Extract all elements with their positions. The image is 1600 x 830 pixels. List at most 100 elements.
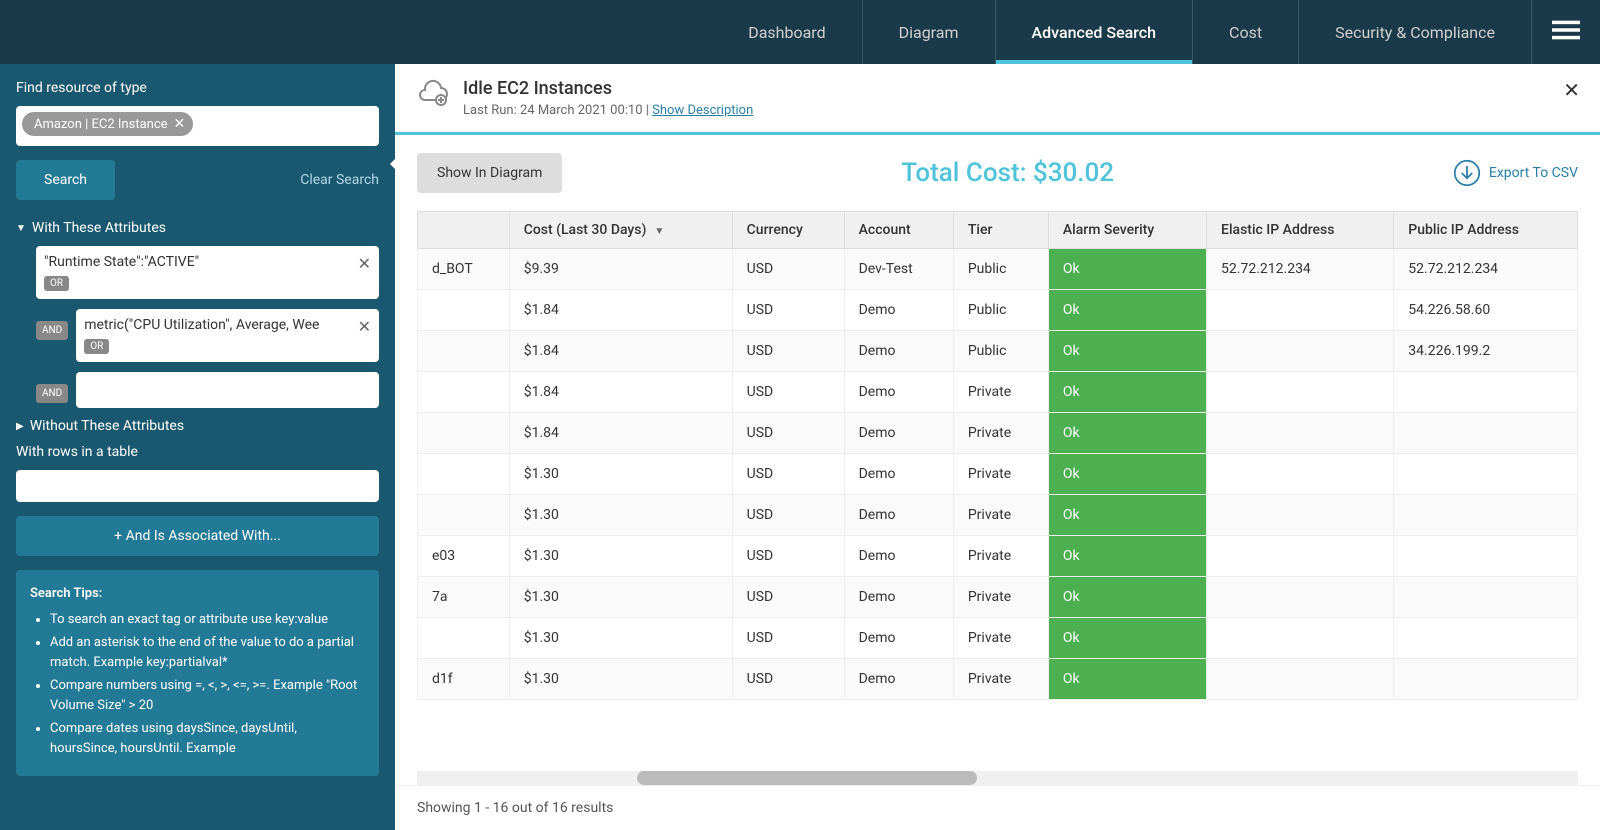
and-badge[interactable]: AND: [36, 384, 68, 403]
scrollbar-thumb[interactable]: [637, 771, 977, 785]
horizontal-scrollbar[interactable]: [417, 771, 1578, 785]
cell-currency: USD: [732, 454, 844, 495]
cell-public-ip: [1394, 454, 1578, 495]
associated-with-button[interactable]: + And Is Associated With...: [16, 516, 379, 556]
cell-alarm: Ok: [1048, 659, 1206, 700]
nav-diagram[interactable]: Diagram: [863, 0, 996, 64]
cell-account: Demo: [844, 372, 953, 413]
hamburger-menu-icon[interactable]: [1552, 16, 1580, 48]
nav-security-compliance[interactable]: Security & Compliance: [1299, 0, 1532, 64]
col-name-fragment[interactable]: [418, 212, 510, 249]
cell-tier: Private: [953, 618, 1048, 659]
table-row[interactable]: $1.84 USD Demo Private Ok: [418, 413, 1578, 454]
cell-elastic-ip: [1207, 495, 1394, 536]
remove-chip-icon[interactable]: ✕: [174, 116, 186, 132]
sort-icon[interactable]: ▼: [654, 226, 664, 237]
close-icon[interactable]: ✕: [1563, 78, 1580, 102]
search-sidebar: Find resource of type Amazon | EC2 Insta…: [0, 64, 395, 830]
table-row[interactable]: 7a $1.30 USD Demo Private Ok: [418, 577, 1578, 618]
results-table: Cost (Last 30 Days)▼ Currency Account Ti…: [417, 211, 1578, 700]
expand-down-icon: ▼: [16, 223, 26, 234]
attribute-filter-2[interactable]: metric("CPU Utilization", Average, Wee ✕…: [76, 309, 379, 362]
nav-cost[interactable]: Cost: [1193, 0, 1299, 64]
cell-tier: Public: [953, 290, 1048, 331]
rows-table-label: With rows in a table: [16, 444, 379, 460]
cell-name: e03: [418, 536, 510, 577]
download-icon: [1453, 159, 1481, 187]
table-row[interactable]: $1.30 USD Demo Private Ok: [418, 454, 1578, 495]
col-public-ip[interactable]: Public IP Address: [1394, 212, 1578, 249]
chip-label: Amazon | EC2 Instance: [34, 117, 168, 132]
cell-public-ip: [1394, 495, 1578, 536]
col-currency[interactable]: Currency: [732, 212, 844, 249]
col-cost[interactable]: Cost (Last 30 Days)▼: [509, 212, 732, 249]
table-row[interactable]: $1.30 USD Demo Private Ok: [418, 495, 1578, 536]
col-elastic-ip[interactable]: Elastic IP Address: [1207, 212, 1394, 249]
table-row[interactable]: $1.84 USD Demo Public Ok 54.226.58.60: [418, 290, 1578, 331]
cell-name: [418, 290, 510, 331]
show-in-diagram-button[interactable]: Show In Diagram: [417, 153, 562, 193]
cell-account: Demo: [844, 290, 953, 331]
cell-elastic-ip: [1207, 290, 1394, 331]
cell-account: Demo: [844, 495, 953, 536]
and-badge[interactable]: AND: [36, 321, 68, 340]
or-badge[interactable]: OR: [44, 276, 69, 291]
cell-name: [418, 618, 510, 659]
cell-public-ip: [1394, 618, 1578, 659]
cell-public-ip: [1394, 536, 1578, 577]
cell-cost: $1.84: [509, 372, 732, 413]
cell-account: Demo: [844, 536, 953, 577]
cell-cost: $1.30: [509, 536, 732, 577]
col-account[interactable]: Account: [844, 212, 953, 249]
cell-public-ip: 34.226.199.2: [1394, 331, 1578, 372]
without-attributes-label: Without These Attributes: [30, 418, 184, 434]
tip-item: Compare dates using daysSince, daysUntil…: [50, 719, 365, 758]
cell-elastic-ip: [1207, 413, 1394, 454]
cell-public-ip: [1394, 659, 1578, 700]
cell-tier: Private: [953, 454, 1048, 495]
cell-elastic-ip: 52.72.212.234: [1207, 249, 1394, 290]
attribute-text: "Runtime State":"ACTIVE": [44, 254, 371, 270]
cell-name: [418, 495, 510, 536]
cell-elastic-ip: [1207, 454, 1394, 495]
without-attributes-toggle[interactable]: ▶ Without These Attributes: [16, 418, 379, 434]
search-button[interactable]: Search: [16, 160, 115, 200]
table-row[interactable]: e03 $1.30 USD Demo Private Ok: [418, 536, 1578, 577]
with-attributes-toggle[interactable]: ▼ With These Attributes: [16, 220, 379, 236]
cell-cost: $1.30: [509, 495, 732, 536]
table-row[interactable]: d1f $1.30 USD Demo Private Ok: [418, 659, 1578, 700]
cell-account: Demo: [844, 413, 953, 454]
clear-search-link[interactable]: Clear Search: [300, 172, 379, 188]
with-attributes-label: With These Attributes: [32, 220, 166, 236]
cell-cost: $1.84: [509, 331, 732, 372]
or-badge[interactable]: OR: [84, 339, 109, 354]
cell-account: Demo: [844, 659, 953, 700]
table-row[interactable]: $1.30 USD Demo Private Ok: [418, 618, 1578, 659]
table-row[interactable]: $1.84 USD Demo Private Ok: [418, 372, 1578, 413]
cell-public-ip: [1394, 372, 1578, 413]
col-alarm[interactable]: Alarm Severity: [1048, 212, 1206, 249]
tip-item: Add an asterisk to the end of the value …: [50, 633, 365, 672]
cell-alarm: Ok: [1048, 618, 1206, 659]
table-header-row: Cost (Last 30 Days)▼ Currency Account Ti…: [418, 212, 1578, 249]
rows-table-input[interactable]: [16, 470, 379, 502]
cell-cost: $1.84: [509, 413, 732, 454]
col-tier[interactable]: Tier: [953, 212, 1048, 249]
remove-attribute-icon[interactable]: ✕: [358, 317, 371, 336]
cell-alarm: Ok: [1048, 536, 1206, 577]
show-description-link[interactable]: Show Description: [652, 103, 753, 118]
results-table-container[interactable]: Cost (Last 30 Days)▼ Currency Account Ti…: [395, 211, 1600, 771]
attribute-text: metric("CPU Utilization", Average, Wee: [84, 317, 371, 333]
cell-currency: USD: [732, 413, 844, 454]
attribute-filter-1[interactable]: "Runtime State":"ACTIVE" ✕ OR: [36, 246, 379, 299]
nav-dashboard[interactable]: Dashboard: [712, 0, 862, 64]
cell-alarm: Ok: [1048, 249, 1206, 290]
nav-advanced-search[interactable]: Advanced Search: [996, 0, 1194, 64]
remove-attribute-icon[interactable]: ✕: [358, 254, 371, 273]
export-csv-button[interactable]: Export To CSV: [1453, 159, 1578, 187]
table-row[interactable]: $1.84 USD Demo Public Ok 34.226.199.2: [418, 331, 1578, 372]
collapse-sidebar-icon[interactable]: [383, 144, 395, 184]
resource-type-input[interactable]: Amazon | EC2 Instance ✕: [16, 106, 379, 146]
table-row[interactable]: d_BOT $9.39 USD Dev-Test Public Ok 52.72…: [418, 249, 1578, 290]
attribute-filter-empty[interactable]: [76, 372, 379, 408]
